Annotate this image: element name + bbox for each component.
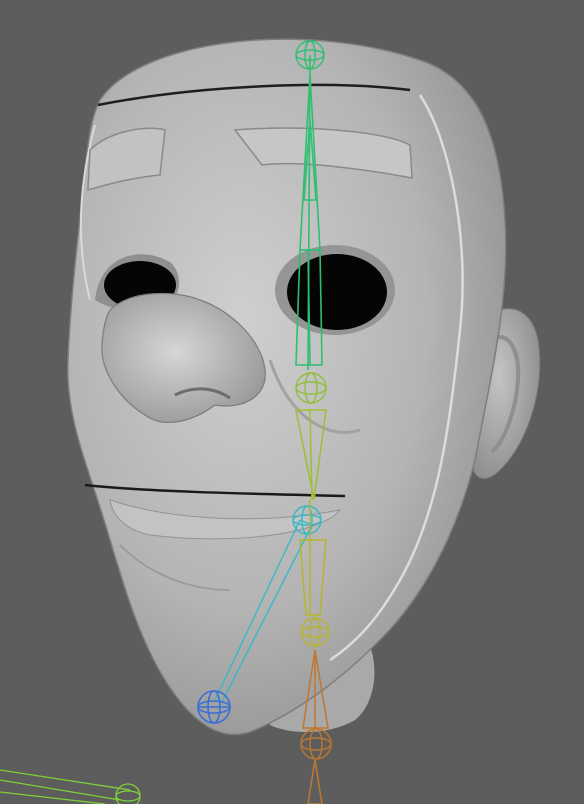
viewport-canvas	[0, 0, 584, 804]
3d-viewport[interactable]	[0, 0, 584, 804]
right-eye-hole	[287, 254, 387, 330]
